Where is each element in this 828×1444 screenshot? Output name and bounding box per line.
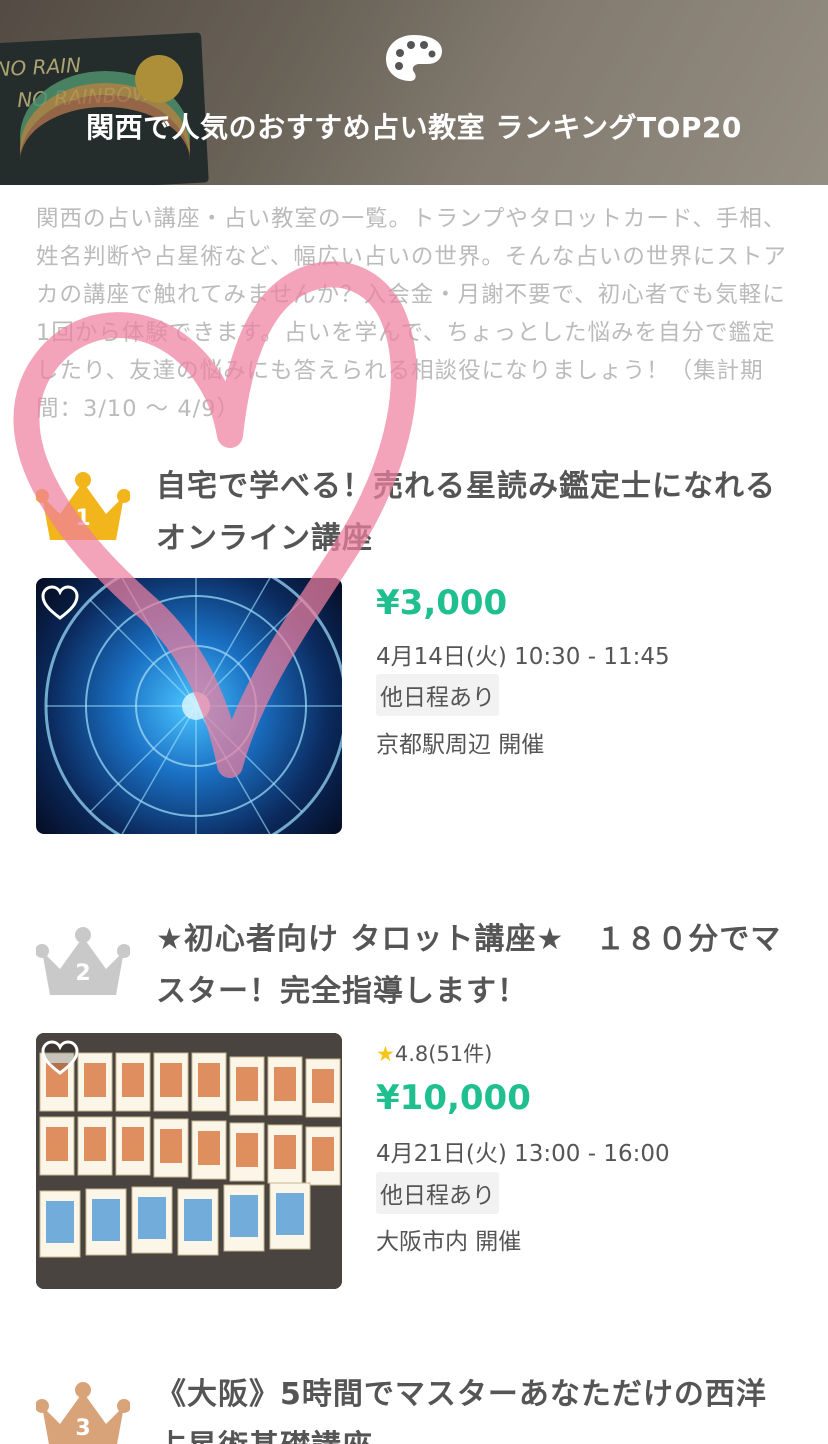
hero-banner: NO RAIN NO RAINBOW 関西で人気のおすすめ占い教室 ランキングT… [0, 0, 828, 185]
tarot-cards-image[interactable] [36, 1033, 342, 1289]
rank-number: 1 [75, 506, 91, 531]
course-rating: ★4.8(51件) [376, 1038, 492, 1068]
zodiac-wheel-image[interactable] [36, 578, 342, 834]
course-title[interactable]: 《大阪》5時間でマスターあなただけの西洋占星術基礎講座 [156, 1374, 786, 1444]
ranking-item-3[interactable]: 3 《大阪》5時間でマスターあなただけの西洋占星術基礎講座 [0, 1374, 828, 1444]
course-title[interactable]: ★初心者向け タロット講座★ １８０分でマスター！完全指導します！ [156, 914, 786, 1018]
rating-value: 4.8 [394, 1042, 429, 1066]
course-price: ¥3,000 [376, 583, 508, 623]
rank-number: 2 [75, 961, 91, 986]
palette-icon [386, 35, 442, 81]
ranking-item-2[interactable]: 2 ★初心者向け タロット講座★ １８０分でマスター！完全指導します！ ★4.8… [0, 920, 828, 1300]
rating-count: (51件) [428, 1042, 493, 1066]
star-icon: ★ [376, 1042, 395, 1066]
other-dates-badge[interactable]: 他日程あり [376, 674, 499, 716]
hero-shade [0, 0, 828, 185]
heart-favorite-icon[interactable] [40, 584, 80, 624]
course-date: 4月21日(火) 13:00 - 16:00 [376, 1141, 670, 1167]
course-price: ¥10,000 [376, 1078, 531, 1118]
course-location: 大阪市内 開催 [376, 1229, 522, 1255]
other-dates-badge[interactable]: 他日程あり [376, 1172, 499, 1214]
page-title: 関西で人気のおすすめ占い教室 ランキングTOP20 [86, 111, 742, 144]
rank-number: 3 [75, 1416, 91, 1441]
course-date: 4月14日(火) 10:30 - 11:45 [376, 644, 670, 670]
course-location: 京都駅周辺 開催 [376, 732, 545, 758]
heart-favorite-icon[interactable] [40, 1039, 80, 1079]
course-title[interactable]: 自宅で学べる！売れる星読み鑑定士になれるオンライン講座 [156, 461, 786, 565]
ranking-item-1[interactable]: 1 自宅で学べる！売れる星読み鑑定士になれるオンライン講座 ¥3,000 4月1… [0, 465, 828, 845]
page-description: 関西の占い講座・占い教室の一覧。トランプやタロットカード、手相、姓名判断や占星術… [36, 206, 787, 422]
